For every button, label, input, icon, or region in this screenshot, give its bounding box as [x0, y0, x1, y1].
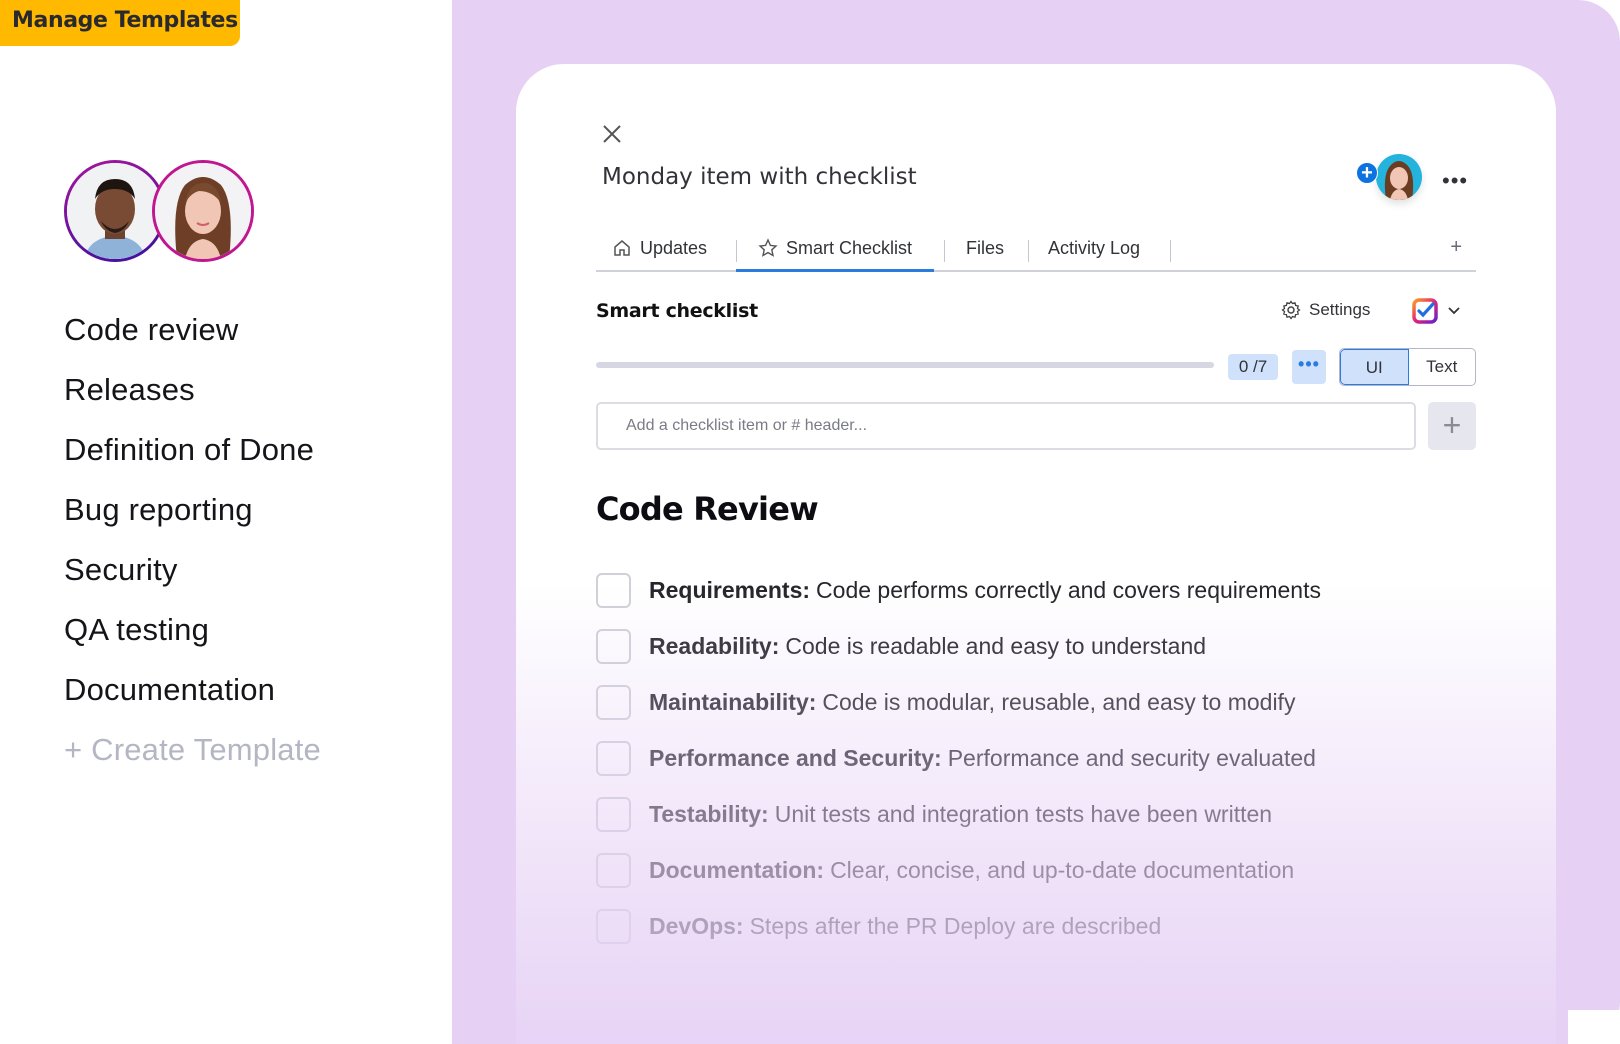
person-woman-icon — [1384, 161, 1414, 200]
settings-button[interactable]: Settings — [1281, 300, 1370, 320]
star-icon — [758, 238, 778, 257]
checklist-item: Readability: Code is readable and easy to… — [596, 618, 1321, 674]
tab-divider — [1028, 240, 1029, 262]
team-avatars — [64, 160, 264, 264]
progress-count: 0 /7 — [1228, 354, 1278, 380]
tab-label: Activity Log — [1048, 238, 1141, 258]
checklist-items: Requirements: Code performs correctly and… — [596, 562, 1321, 954]
smart-checklist-title: Smart checklist — [596, 300, 758, 322]
add-subscriber-icon[interactable]: + — [1356, 162, 1378, 184]
checkbox[interactable] — [596, 852, 631, 888]
gear-icon — [1281, 300, 1301, 320]
tab-divider — [1170, 240, 1171, 262]
tab-label: Smart Checklist — [786, 238, 913, 258]
checklist-item: Maintainability: Code is modular, reusabl… — [596, 674, 1321, 730]
template-item[interactable]: Documentation — [64, 670, 321, 730]
person-man-icon — [67, 163, 163, 259]
item-label: Testability: — [649, 800, 769, 827]
avatar — [64, 160, 166, 262]
item-title: Monday item with checklist — [602, 164, 917, 190]
template-list: Code review Releases Definition of Done … — [64, 310, 321, 790]
template-item[interactable]: Releases — [64, 370, 321, 430]
avatar — [152, 160, 254, 262]
tab-files[interactable]: Files — [966, 224, 1004, 272]
checklist-options-button[interactable]: ••• — [1292, 350, 1326, 384]
checklist-item: DevOps: Steps after the PR Deploy are des… — [596, 898, 1321, 954]
checkbox[interactable] — [596, 740, 631, 776]
person-woman-icon — [155, 163, 251, 259]
template-item[interactable]: Definition of Done — [64, 430, 321, 490]
item-text: Steps after the PR Deploy are described — [749, 912, 1162, 939]
manage-templates-badge: Manage Templates — [0, 0, 240, 46]
tab-activity-log[interactable]: Activity Log — [1048, 224, 1140, 272]
view-mode-toggle: UI Text — [1339, 348, 1476, 386]
section-header: Code Review — [596, 490, 819, 528]
checklist-item: Requirements: Code performs correctly and… — [596, 562, 1321, 618]
add-checklist-item-input[interactable] — [596, 402, 1416, 450]
home-icon — [614, 240, 630, 256]
item-label: Documentation: — [649, 856, 825, 883]
subscriber-avatar[interactable] — [1376, 154, 1422, 200]
checkbox[interactable] — [596, 628, 631, 664]
more-options-button[interactable]: ••• — [1442, 168, 1468, 194]
close-icon[interactable] — [600, 122, 624, 146]
background-corner — [1568, 1010, 1620, 1044]
tab-smart-checklist[interactable]: Smart Checklist — [736, 224, 935, 272]
tab-label: Updates — [640, 238, 708, 258]
template-item[interactable]: QA testing — [64, 610, 321, 670]
item-text: Code performs correctly and covers requi… — [816, 576, 1321, 603]
checkbox[interactable] — [596, 684, 631, 720]
item-label: Requirements: — [649, 576, 811, 603]
item-text: Code is readable and easy to understand — [785, 632, 1207, 659]
item-panel: Monday item with checklist + ••• Updates… — [516, 64, 1556, 1044]
item-text: Performance and security evaluated — [947, 744, 1316, 771]
view-ui-button[interactable]: UI — [1340, 349, 1409, 385]
template-item[interactable]: Bug reporting — [64, 490, 321, 550]
checkbox[interactable] — [596, 796, 631, 832]
chevron-down-icon[interactable] — [1446, 302, 1462, 318]
checklist-app-icon[interactable] — [1412, 298, 1438, 324]
checklist-item: Documentation: Clear, concise, and up-to-… — [596, 842, 1321, 898]
subscribers[interactable]: + — [1356, 154, 1426, 204]
tab-updates[interactable]: Updates — [612, 224, 707, 272]
template-item[interactable]: Code review — [64, 310, 321, 370]
item-text: Code is modular, reusable, and easy to m… — [822, 688, 1296, 715]
item-text: Unit tests and integration tests have be… — [774, 800, 1273, 827]
item-label: Maintainability: — [649, 688, 817, 715]
item-label: DevOps: — [649, 912, 744, 939]
add-tab-button[interactable]: + — [1450, 236, 1462, 259]
item-text: Clear, concise, and up-to-date documenta… — [830, 856, 1295, 883]
settings-label: Settings — [1309, 300, 1371, 319]
tab-divider — [944, 240, 945, 262]
view-text-button[interactable]: Text — [1409, 349, 1476, 385]
checkbox[interactable] — [596, 572, 631, 608]
template-item[interactable]: Security — [64, 550, 321, 610]
create-template-button[interactable]: + Create Template — [64, 730, 321, 790]
progress-bar — [596, 362, 1214, 368]
tab-bar: Updates Smart Checklist Files Activity L… — [596, 224, 1476, 272]
checklist-item: Performance and Security: Performance and… — [596, 730, 1321, 786]
item-label: Performance and Security: — [649, 744, 942, 771]
item-label: Readability: — [649, 632, 780, 659]
tab-label: Files — [966, 238, 1005, 258]
add-item-button[interactable]: + — [1428, 402, 1476, 450]
checkbox[interactable] — [596, 908, 631, 944]
checklist-item: Testability: Unit tests and integration t… — [596, 786, 1321, 842]
